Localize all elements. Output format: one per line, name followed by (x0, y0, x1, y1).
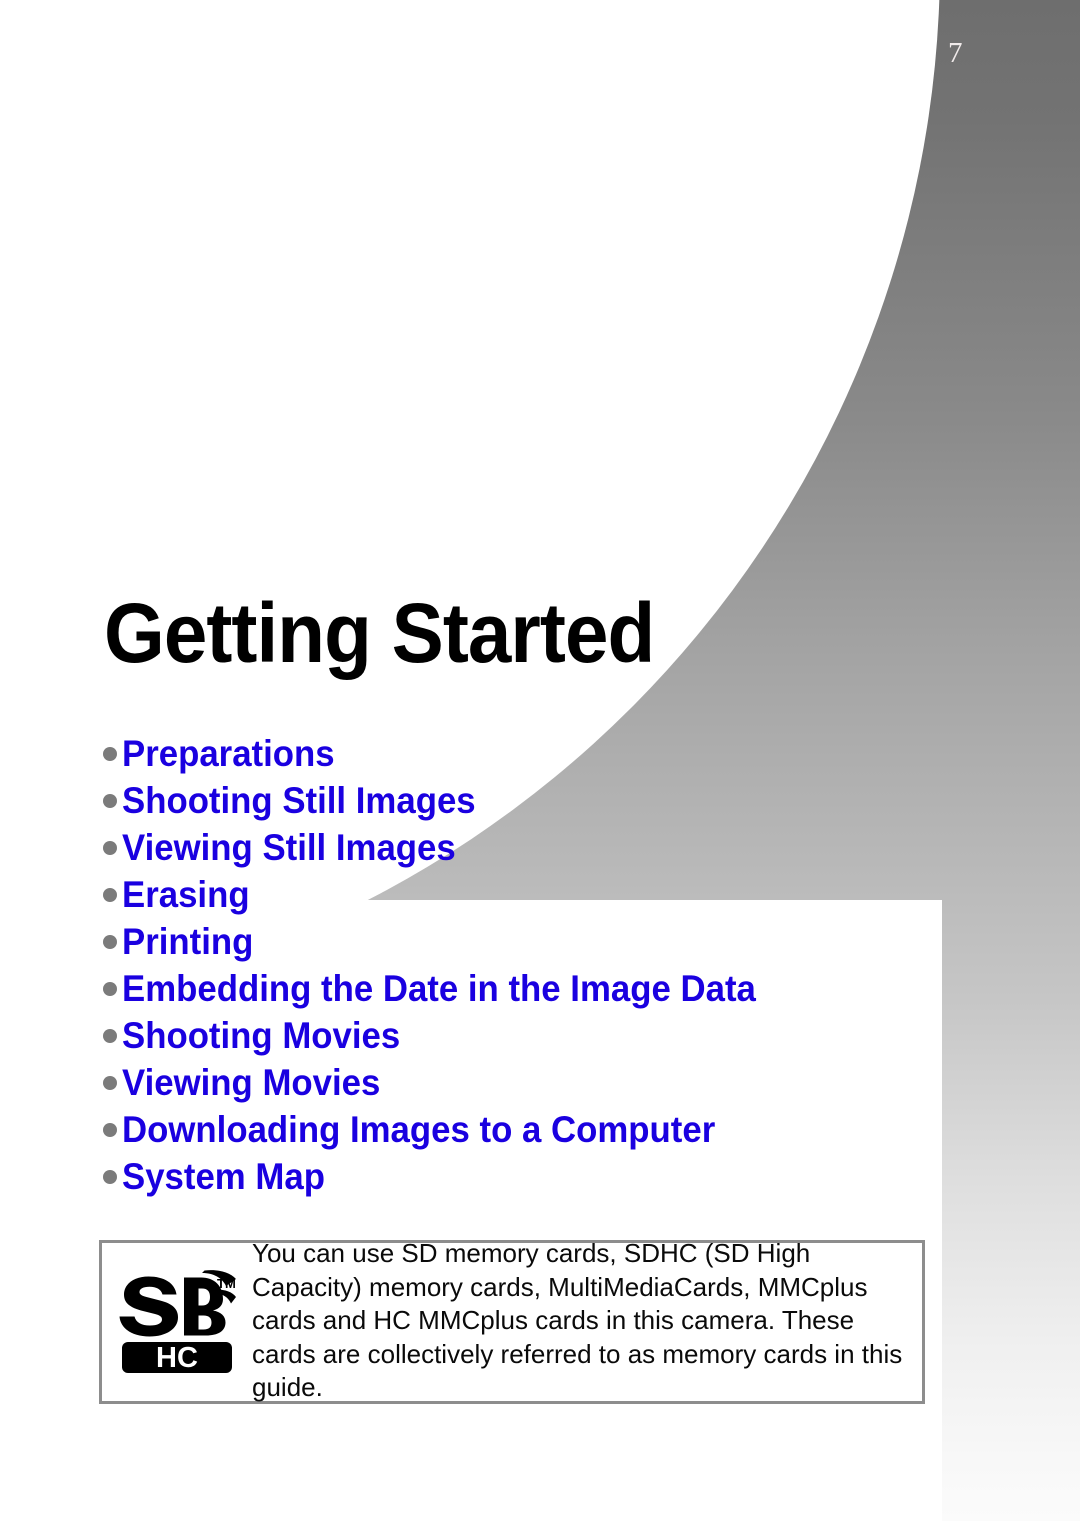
list-item[interactable]: Downloading Images to a Computer (103, 1106, 933, 1153)
chapter-contents-list: Preparations Shooting Still Images Viewi… (103, 730, 933, 1200)
bullet-icon (103, 840, 117, 855)
list-item-label: System Map (122, 1155, 325, 1197)
list-item[interactable]: Shooting Still Images (103, 777, 933, 824)
list-item[interactable]: Viewing Still Images (103, 824, 933, 871)
list-item[interactable]: Printing (103, 918, 933, 965)
bullet-icon (103, 934, 117, 949)
list-item-label: Embedding the Date in the Image Data (122, 967, 756, 1009)
bullet-icon (103, 1075, 117, 1090)
memory-card-note-box: TM HC You can use SD memory cards, SDHC … (99, 1238, 925, 1404)
list-item-label: Viewing Movies (122, 1061, 381, 1103)
list-item-label: Printing (122, 920, 254, 962)
manual-page: 7 Getting Started Preparations Shooting … (0, 0, 1080, 1521)
list-item-label: Erasing (122, 873, 250, 915)
bullet-icon (103, 887, 117, 902)
bullet-icon (103, 981, 117, 996)
bullet-icon (103, 1028, 117, 1043)
list-item[interactable]: Viewing Movies (103, 1059, 933, 1106)
list-item[interactable]: Embedding the Date in the Image Data (103, 965, 933, 1012)
list-item-label: Shooting Movies (122, 1014, 401, 1056)
list-item[interactable]: Preparations (103, 730, 933, 777)
page-number-group: 7 (928, 10, 963, 82)
page-title: Getting Started (104, 586, 655, 680)
list-item-label: Shooting Still Images (122, 779, 476, 821)
page-number: 7 (948, 37, 963, 69)
page-number-rule (928, 10, 932, 82)
memory-card-note-text: You can use SD memory cards, SDHC (SD Hi… (252, 1238, 903, 1403)
bullet-icon (103, 746, 117, 761)
bullet-icon (103, 1169, 117, 1184)
list-item-label: Downloading Images to a Computer (122, 1108, 716, 1150)
list-item-label: Viewing Still Images (122, 826, 456, 868)
list-item[interactable]: System Map (103, 1153, 933, 1200)
sdhc-logo: TM HC (102, 1270, 252, 1374)
svg-text:HC: HC (156, 1342, 198, 1374)
list-item-label: Preparations (122, 732, 335, 774)
list-item[interactable]: Erasing (103, 871, 933, 918)
svg-text:TM: TM (217, 1276, 236, 1291)
bullet-icon (103, 1122, 117, 1137)
sdhc-logo-icon: TM HC (119, 1270, 236, 1374)
list-item[interactable]: Shooting Movies (103, 1012, 933, 1059)
bullet-icon (103, 793, 117, 808)
